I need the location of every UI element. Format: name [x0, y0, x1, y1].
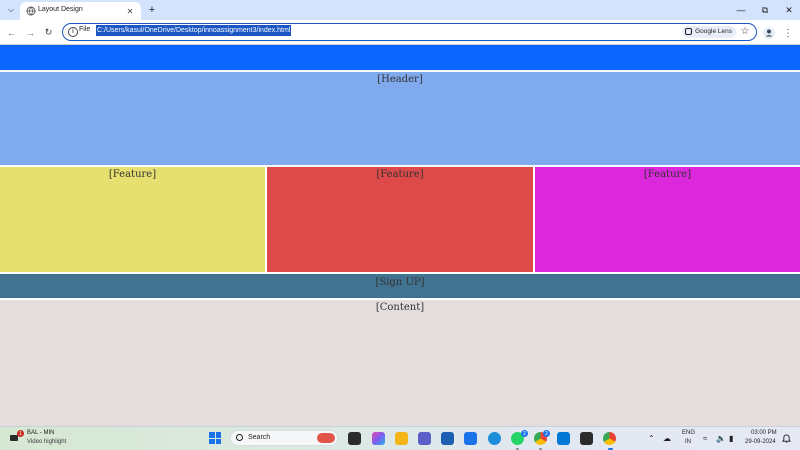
content-label: [Content]	[375, 302, 425, 313]
info-icon[interactable]: i	[68, 27, 78, 37]
edge-icon[interactable]	[488, 432, 501, 445]
whatsapp-badge: 2	[521, 430, 528, 437]
battery-icon[interactable]: ▮	[729, 434, 733, 443]
forward-icon[interactable]: →	[24, 26, 37, 39]
reload-icon[interactable]: ↻	[42, 26, 55, 39]
onedrive-cloud-icon[interactable]: ☁	[663, 434, 671, 443]
header-section: [Header]	[0, 72, 800, 165]
feature-box-2: [Feature]	[267, 167, 533, 272]
wifi-icon[interactable]: ≈	[703, 434, 707, 443]
clock-time[interactable]: 03:00 PM	[751, 430, 777, 436]
tab-strip: ⌵ Layout Design ✕ + — ⧉ ✕	[0, 0, 800, 20]
header-label: [Header]	[377, 74, 423, 85]
signup-section: [Sign UP]	[0, 274, 800, 298]
search-placeholder: Search	[248, 434, 271, 441]
profile-icon[interactable]	[763, 27, 775, 39]
globe-icon	[26, 6, 36, 16]
search-icon	[236, 434, 243, 441]
back-icon[interactable]: ←	[5, 26, 18, 39]
widget-subtitle[interactable]: Video highlight	[27, 439, 66, 445]
close-tab-icon[interactable]: ✕	[124, 5, 136, 17]
address-bar[interactable]: i File C:/Users/kasul/OneDrive/Desktop/i…	[62, 23, 757, 41]
google-lens-label: Google Lens	[695, 28, 732, 35]
taskbar: 1 BAL - MIN Video highlight Search 2 2 ⌃…	[0, 426, 800, 450]
volume-icon[interactable]: 🔈	[716, 434, 726, 443]
show-hidden-icons-chevron-icon[interactable]: ⌃	[648, 434, 655, 443]
signup-label: [Sign UP]	[375, 277, 425, 288]
file-chip: File	[79, 26, 91, 33]
terminal-icon[interactable]	[580, 432, 593, 445]
search-highlight-icon	[317, 433, 335, 443]
region-indicator[interactable]: IN	[685, 439, 691, 445]
url-text[interactable]: C:/Users/kasul/OneDrive/Desktop/innoassi…	[96, 25, 292, 36]
restore-icon[interactable]: ⧉	[757, 3, 773, 17]
google-lens-button[interactable]: Google Lens	[682, 25, 736, 38]
tab-title: Layout Design	[38, 6, 83, 13]
feature-label: [Feature]	[108, 169, 157, 180]
language-indicator[interactable]: ENG	[682, 430, 695, 436]
tab-search-chevron-icon[interactable]: ⌵	[4, 3, 18, 17]
feature-label: [Feature]	[643, 169, 692, 180]
tab-layout-design[interactable]: Layout Design ✕	[20, 2, 141, 20]
page-viewport: [Header] [Feature] [Feature] [Feature] […	[0, 45, 800, 426]
feature-box-3: [Feature]	[535, 167, 800, 272]
notification-badge: 1	[17, 430, 24, 437]
lens-icon	[685, 28, 693, 35]
bookmark-star-icon[interactable]: ☆	[739, 25, 751, 37]
task-view-icon[interactable]	[348, 432, 361, 445]
copilot-icon[interactable]	[372, 432, 385, 445]
clock-date[interactable]: 29-09-2024	[745, 439, 776, 445]
widget-title[interactable]: BAL - MIN	[27, 430, 54, 436]
new-tab-icon[interactable]: +	[145, 3, 159, 17]
close-window-icon[interactable]: ✕	[781, 3, 797, 17]
file-explorer-icon[interactable]	[395, 432, 408, 445]
taskbar-search-box[interactable]: Search	[230, 430, 338, 446]
notification-bell-icon[interactable]	[782, 434, 791, 443]
more-menu-icon[interactable]: ⋮	[783, 26, 793, 40]
chrome-profile-badge: 2	[543, 430, 550, 437]
feature-label: [Feature]	[376, 169, 424, 180]
feature-box-1: [Feature]	[0, 167, 265, 272]
chrome-icon[interactable]	[603, 432, 616, 445]
microsoft-store-icon[interactable]	[441, 432, 454, 445]
teams-icon[interactable]	[418, 432, 431, 445]
content-section: [Content]	[0, 300, 800, 426]
vscode-icon[interactable]	[557, 432, 570, 445]
top-nav-bar	[0, 45, 800, 70]
mail-icon[interactable]	[464, 432, 477, 445]
browser-toolbar: ← → ↻ i File C:/Users/kasul/OneDrive/Des…	[0, 20, 800, 45]
start-button-windows-icon[interactable]	[209, 432, 221, 444]
minimize-icon[interactable]: —	[733, 3, 749, 17]
